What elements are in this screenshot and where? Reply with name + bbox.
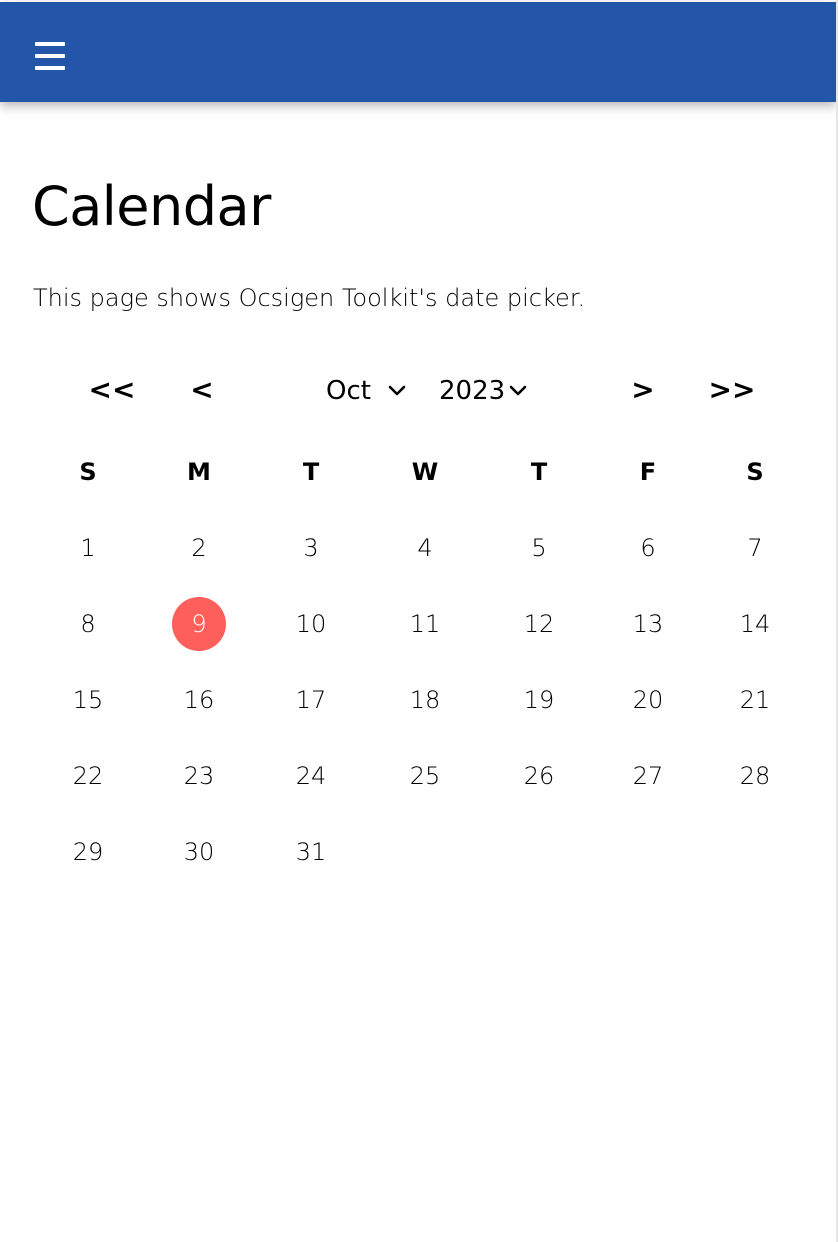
prev-month-button[interactable]: < bbox=[186, 372, 218, 408]
day-cell[interactable]: 18 bbox=[398, 673, 452, 727]
day-cell[interactable]: 3 bbox=[284, 521, 338, 575]
next-year-button[interactable]: >> bbox=[708, 372, 756, 408]
day-cell[interactable]: 12 bbox=[512, 597, 566, 651]
top-app-bar bbox=[0, 2, 836, 102]
day-cell[interactable]: 15 bbox=[61, 673, 115, 727]
prev-year-button[interactable]: << bbox=[88, 372, 136, 408]
next-month-button[interactable]: > bbox=[627, 372, 659, 408]
day-cell[interactable]: 11 bbox=[398, 597, 452, 651]
day-cell[interactable]: 2 bbox=[172, 521, 226, 575]
day-cell[interactable]: 22 bbox=[61, 749, 115, 803]
weekday-label: M bbox=[187, 458, 211, 486]
day-cell[interactable]: 4 bbox=[398, 521, 452, 575]
day-cell[interactable]: 1 bbox=[61, 521, 115, 575]
day-cell[interactable]: 31 bbox=[284, 825, 338, 879]
day-cell[interactable]: 28 bbox=[728, 749, 782, 803]
year-select-value: 2023 bbox=[439, 376, 506, 406]
weekday-label: F bbox=[639, 458, 657, 486]
day-cell[interactable]: 23 bbox=[172, 749, 226, 803]
day-cell[interactable]: 19 bbox=[512, 673, 566, 727]
selected-day-cell[interactable]: 9 bbox=[172, 597, 226, 651]
day-cell[interactable]: 14 bbox=[728, 597, 782, 651]
day-cell[interactable]: 30 bbox=[172, 825, 226, 879]
month-select-value: Oct bbox=[326, 376, 371, 406]
day-cell[interactable]: 20 bbox=[621, 673, 675, 727]
chevron-down-icon bbox=[509, 385, 527, 396]
day-cell[interactable]: 8 bbox=[61, 597, 115, 651]
weekday-label: S bbox=[746, 458, 764, 486]
hamburger-menu-icon[interactable] bbox=[35, 42, 65, 70]
day-cell[interactable]: 17 bbox=[284, 673, 338, 727]
page-description: This page shows Ocsigen Toolkit's date p… bbox=[33, 284, 586, 312]
day-cell[interactable]: 25 bbox=[398, 749, 452, 803]
day-cell[interactable]: 29 bbox=[61, 825, 115, 879]
weekday-label: S bbox=[79, 458, 97, 486]
page-title: Calendar bbox=[32, 175, 271, 238]
day-cell[interactable]: 5 bbox=[512, 521, 566, 575]
month-select[interactable]: Oct bbox=[326, 374, 410, 408]
day-cell[interactable]: 27 bbox=[621, 749, 675, 803]
day-cell[interactable]: 16 bbox=[172, 673, 226, 727]
day-cell[interactable]: 10 bbox=[284, 597, 338, 651]
day-cell[interactable]: 24 bbox=[284, 749, 338, 803]
weekday-label: W bbox=[411, 458, 439, 486]
day-cell[interactable]: 21 bbox=[728, 673, 782, 727]
weekday-label: T bbox=[530, 458, 548, 486]
day-cell[interactable]: 13 bbox=[621, 597, 675, 651]
day-cell[interactable]: 26 bbox=[512, 749, 566, 803]
day-cell[interactable]: 6 bbox=[621, 521, 675, 575]
day-cell[interactable]: 7 bbox=[728, 521, 782, 575]
weekday-label: T bbox=[302, 458, 320, 486]
chevron-down-icon bbox=[388, 385, 406, 396]
year-select[interactable]: 2023 bbox=[439, 374, 531, 408]
